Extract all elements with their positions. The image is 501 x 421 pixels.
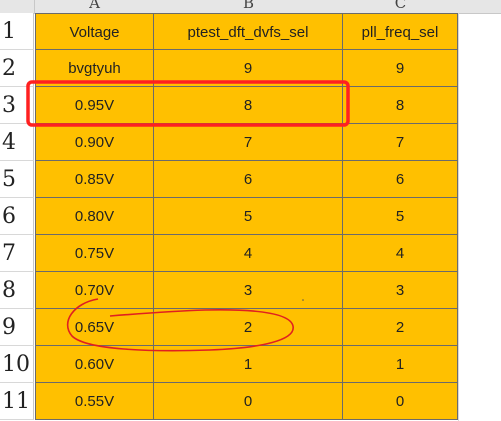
- cell-a1[interactable]: Voltage: [35, 13, 154, 50]
- cell-a8[interactable]: 0.70V: [35, 272, 154, 309]
- cell-c3[interactable]: 8: [343, 87, 458, 124]
- cell-a3[interactable]: 0.95V: [35, 87, 154, 124]
- cell-c10[interactable]: 1: [343, 346, 458, 383]
- cell-b4[interactable]: 7: [154, 124, 343, 161]
- row-header-7[interactable]: 7: [0, 235, 34, 272]
- cell-c7[interactable]: 4: [343, 235, 458, 272]
- cell-c8[interactable]: 3: [343, 272, 458, 309]
- row-header-5[interactable]: 5: [0, 161, 34, 198]
- spreadsheet: A B C 1 Voltage ptest_dft_dvfs_sel pll_f…: [0, 0, 501, 421]
- column-header-b[interactable]: B: [154, 0, 343, 13]
- cell-a5[interactable]: 0.85V: [35, 161, 154, 198]
- cell-b10[interactable]: 1: [154, 346, 343, 383]
- cell-c2[interactable]: 9: [343, 50, 458, 87]
- cell-c4[interactable]: 7: [343, 124, 458, 161]
- cell-b5[interactable]: 6: [154, 161, 343, 198]
- cell-c11[interactable]: 0: [343, 383, 458, 420]
- cell-a2[interactable]: bvgtyuh: [35, 50, 154, 87]
- cell-a9[interactable]: 0.65V: [35, 309, 154, 346]
- cell-a10[interactable]: 0.60V: [35, 346, 154, 383]
- cell-b7[interactable]: 4: [154, 235, 343, 272]
- cell-b11[interactable]: 0: [154, 383, 343, 420]
- cell-a4[interactable]: 0.90V: [35, 124, 154, 161]
- row-header-6[interactable]: 6: [0, 198, 34, 235]
- cell-b1[interactable]: ptest_dft_dvfs_sel: [154, 13, 343, 50]
- select-all-corner[interactable]: [0, 0, 35, 13]
- row-header-8[interactable]: 8: [0, 272, 34, 309]
- cell-a6[interactable]: 0.80V: [35, 198, 154, 235]
- row-header-2[interactable]: 2: [0, 50, 34, 87]
- cell-b6[interactable]: 5: [154, 198, 343, 235]
- cell-a11[interactable]: 0.55V: [35, 383, 154, 420]
- cell-c5[interactable]: 6: [343, 161, 458, 198]
- cell-b3[interactable]: 8: [154, 87, 343, 124]
- row-header-1[interactable]: 1: [0, 13, 34, 50]
- row-header-10[interactable]: 10: [0, 346, 34, 383]
- cell-a7[interactable]: 0.75V: [35, 235, 154, 272]
- cell-b2[interactable]: 9: [154, 50, 343, 87]
- cell-c9[interactable]: 2: [343, 309, 458, 346]
- row-header-4[interactable]: 4: [0, 124, 34, 161]
- cell-b9[interactable]: 2: [154, 309, 343, 346]
- column-header-a[interactable]: A: [35, 0, 154, 13]
- cell-c6[interactable]: 5: [343, 198, 458, 235]
- row-header-9[interactable]: 9: [0, 309, 34, 346]
- row-header-11[interactable]: 11: [0, 383, 34, 420]
- gridline: [458, 13, 459, 421]
- column-header-c[interactable]: C: [343, 0, 458, 13]
- cell-b8[interactable]: 3: [154, 272, 343, 309]
- row-header-3[interactable]: 3: [0, 87, 34, 124]
- cell-c1[interactable]: pll_freq_sel: [343, 13, 458, 50]
